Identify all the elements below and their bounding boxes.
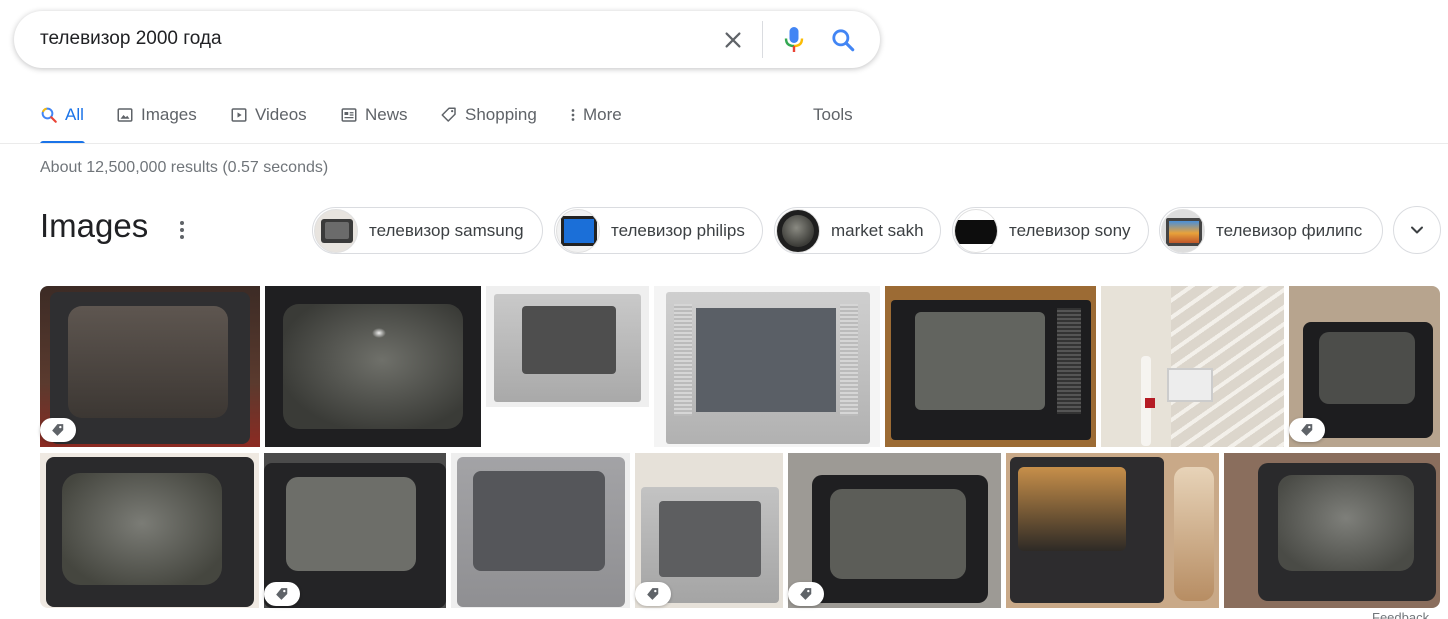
images-heading: Images	[40, 207, 149, 244]
chip-filips[interactable]: телевизор филипс	[1159, 207, 1383, 254]
tab-label: Videos	[255, 105, 307, 124]
microphone-icon[interactable]	[778, 24, 810, 56]
tabs-divider	[0, 143, 1448, 144]
search-input[interactable]	[40, 23, 700, 55]
tag-icon	[441, 107, 456, 122]
tab-label: Shopping	[465, 105, 537, 124]
product-tag-icon	[788, 582, 824, 606]
image-result[interactable]	[1006, 453, 1219, 608]
images-more-options-icon[interactable]	[170, 215, 194, 245]
more-vert-icon	[571, 109, 575, 121]
search-icon[interactable]	[827, 24, 859, 56]
feedback-link[interactable]: Feedback	[1372, 610, 1429, 619]
image-result[interactable]	[265, 286, 481, 447]
search-icon	[41, 107, 57, 123]
tab-more[interactable]: More	[567, 98, 622, 144]
search-box	[14, 11, 880, 68]
result-stats: About 12,500,000 results (0.57 seconds)	[40, 159, 329, 176]
tab-label: Tools	[813, 105, 853, 124]
image-result[interactable]	[654, 286, 880, 447]
tab-news[interactable]: News	[340, 98, 408, 144]
image-result[interactable]	[1224, 453, 1440, 608]
chip-thumbnail	[776, 208, 820, 253]
image-icon	[117, 108, 133, 122]
chip-market-sakh[interactable]: market sakh	[774, 207, 941, 254]
chip-label: телевизор sony	[1009, 220, 1131, 240]
chip-thumbnail	[556, 208, 600, 253]
tab-label: Images	[141, 105, 197, 124]
product-tag-icon	[40, 418, 76, 442]
chip-label: телевизор philips	[611, 220, 745, 240]
chip-thumbnail	[954, 208, 998, 253]
tab-tools[interactable]: Tools	[813, 98, 853, 144]
chip-label: market sakh	[831, 220, 924, 240]
product-tag-icon	[1289, 418, 1325, 442]
chip-sony[interactable]: телевизор sony	[952, 207, 1149, 254]
image-result[interactable]	[1101, 286, 1284, 447]
search-box-divider	[762, 21, 763, 58]
chip-samsung[interactable]: телевизор samsung	[312, 207, 543, 254]
chip-label: телевизор samsung	[369, 220, 524, 240]
tab-label: All	[65, 105, 84, 124]
tab-videos[interactable]: Videos	[230, 98, 307, 144]
chip-label: телевизор филипс	[1216, 220, 1363, 240]
chip-philips[interactable]: телевизор philips	[554, 207, 763, 254]
image-result[interactable]	[451, 453, 630, 608]
play-icon	[231, 108, 247, 122]
chip-thumbnail	[314, 208, 358, 253]
image-result[interactable]	[486, 286, 649, 407]
tab-shopping[interactable]: Shopping	[440, 98, 537, 144]
chip-thumbnail	[1161, 208, 1205, 253]
tab-label: More	[583, 105, 622, 124]
product-tag-icon	[635, 582, 671, 606]
news-icon	[341, 108, 357, 122]
image-result[interactable]	[885, 286, 1096, 447]
chevron-down-icon[interactable]	[1393, 206, 1441, 254]
close-icon[interactable]	[717, 24, 749, 56]
tab-images[interactable]: Images	[116, 98, 197, 144]
tab-label: News	[365, 105, 408, 124]
image-result[interactable]	[40, 453, 259, 608]
tab-all[interactable]: All	[40, 98, 85, 144]
product-tag-icon	[264, 582, 300, 606]
